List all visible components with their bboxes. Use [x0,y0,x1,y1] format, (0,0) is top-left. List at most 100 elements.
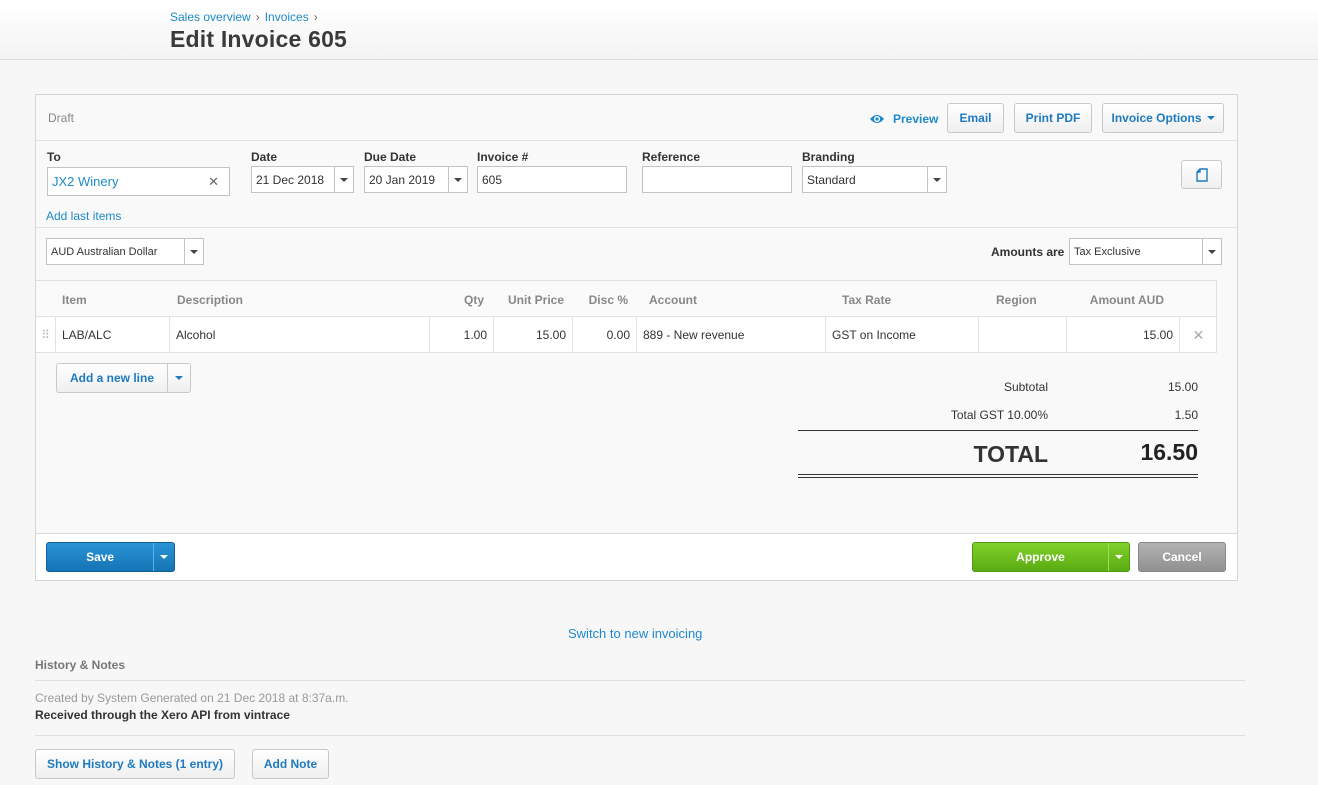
subtotal-value: 15.00 [1167,380,1198,394]
status-label: Draft [48,111,75,125]
reference-label: Reference [642,150,701,164]
invoice-number-label: Invoice # [477,150,529,164]
chevron-down-icon [175,376,183,380]
gst-label: Total GST 10.00% [950,408,1048,422]
drag-handle-icon[interactable]: ⠿ [36,317,56,353]
currency-dropdown-button[interactable] [184,239,203,264]
due-date-field[interactable]: 20 Jan 2019 [364,166,468,193]
to-field[interactable]: JX2 Winery ✕ [47,167,230,196]
header-tax-rate: Tax Rate [842,293,892,307]
header-description: Description [177,293,244,307]
to-value: JX2 Winery [52,174,119,189]
branding-label: Branding [802,150,855,164]
switch-new-invoicing-link[interactable]: Switch to new invoicing [568,626,702,641]
cell-amount[interactable]: 15.00 [1067,317,1180,353]
chevron-down-icon [1115,555,1123,559]
cell-disc[interactable]: 0.00 [573,317,637,353]
branding-select[interactable]: Standard [802,166,947,193]
due-date-value: 20 Jan 2019 [369,172,436,187]
cell-qty[interactable]: 1.00 [430,317,494,353]
save-button[interactable]: Save [47,550,153,564]
header-item: Item [62,293,87,307]
delete-row-icon[interactable]: ✕ [1180,317,1217,353]
history-note-text: Received through the Xero API from vintr… [35,708,290,722]
line-items-table: Item Description Qty Unit Price Disc % A… [36,280,1217,353]
add-note-button[interactable]: Add Note [252,749,329,779]
branding-dropdown-button[interactable] [927,167,946,192]
table-row[interactable]: ⠿ LAB/ALC Alcohol 1.00 15.00 0.00 889 - … [36,317,1216,353]
divider [35,680,1245,681]
currency-select[interactable]: AUD Australian Dollar [46,238,204,265]
header-disc: Disc % [588,293,628,307]
date-dropdown-button[interactable] [334,167,353,192]
header-region: Region [996,293,1037,307]
branding-value: Standard [807,172,856,187]
chevron-down-icon [1208,249,1216,254]
preview-label: Preview [893,112,939,126]
add-last-items-link[interactable]: Add last items [46,209,121,223]
page-title: Edit Invoice 605 [170,26,348,52]
chevron-down-icon [454,177,462,182]
breadcrumb-separator: › [255,10,260,24]
approve-dropdown-button[interactable] [1108,543,1129,571]
add-new-line-button[interactable]: Add a new line [57,364,167,392]
chevron-down-icon [160,555,169,559]
totals-divider [798,430,1198,431]
total-double-line [798,477,1198,478]
header-qty: Qty [463,293,484,307]
date-label: Date [251,150,278,164]
date-field[interactable]: 21 Dec 2018 [251,166,354,193]
due-date-dropdown-button[interactable] [448,167,467,192]
email-button[interactable]: Email [947,103,1004,133]
divider [36,140,1237,141]
invoice-number-value: 605 [482,172,503,187]
preview-link[interactable]: Preview [869,109,938,129]
divider [36,227,1237,228]
subtotal-label: Subtotal [1003,380,1048,394]
breadcrumb: Sales overview › Invoices › [170,10,323,24]
chevron-down-icon [933,177,941,182]
gst-value: 1.50 [1174,408,1198,422]
total-double-line [798,474,1198,475]
table-header: Item Description Qty Unit Price Disc % A… [36,281,1216,317]
cell-account[interactable]: 889 - New revenue [637,317,826,353]
chevron-down-icon [1206,116,1215,120]
clear-icon[interactable]: ✕ [208,174,219,190]
breadcrumb-invoices[interactable]: Invoices [265,10,309,24]
history-created-text: Created by System Generated on 21 Dec 20… [35,691,349,705]
approve-button[interactable]: Approve [973,550,1108,564]
breadcrumb-sales-overview[interactable]: Sales overview [170,10,251,24]
total-label: TOTAL [973,441,1048,467]
add-new-line-group: Add a new line [56,363,191,393]
cell-unit-price[interactable]: 15.00 [494,317,573,353]
show-history-button[interactable]: Show History & Notes (1 entry) [35,749,235,779]
cell-region[interactable] [979,317,1067,353]
print-pdf-button[interactable]: Print PDF [1014,103,1092,133]
chevron-down-icon [190,249,198,254]
divider [35,735,1245,736]
amounts-are-dropdown-button[interactable] [1202,239,1221,264]
invoice-panel: Draft Preview Email Print PDF Invoice Op… [35,94,1238,581]
copy-icon [1195,167,1208,182]
due-date-label: Due Date [364,150,417,164]
invoice-options-button[interactable]: Invoice Options [1102,103,1224,133]
add-line-dropdown-button[interactable] [167,364,190,392]
header-unit-price: Unit Price [507,293,564,307]
amounts-are-select[interactable]: Tax Exclusive [1069,238,1222,265]
save-group: Save [46,542,175,572]
cell-tax-rate[interactable]: GST on Income [826,317,979,353]
action-bar: Save Approve Cancel [36,533,1237,580]
cell-item[interactable]: LAB/ALC [56,317,170,353]
cancel-button[interactable]: Cancel [1138,542,1226,572]
total-value: 16.50 [1140,439,1198,465]
reference-field[interactable] [642,166,792,193]
amounts-are-value: Tax Exclusive [1074,245,1141,258]
invoice-number-field[interactable]: 605 [477,166,627,193]
chevron-down-icon [340,177,348,182]
history-notes-title: History & Notes [35,658,126,672]
save-dropdown-button[interactable] [153,543,174,571]
copy-button[interactable] [1181,160,1222,189]
header-amount: Amount AUD [1089,293,1164,307]
date-value: 21 Dec 2018 [256,172,325,187]
cell-description[interactable]: Alcohol [170,317,430,353]
